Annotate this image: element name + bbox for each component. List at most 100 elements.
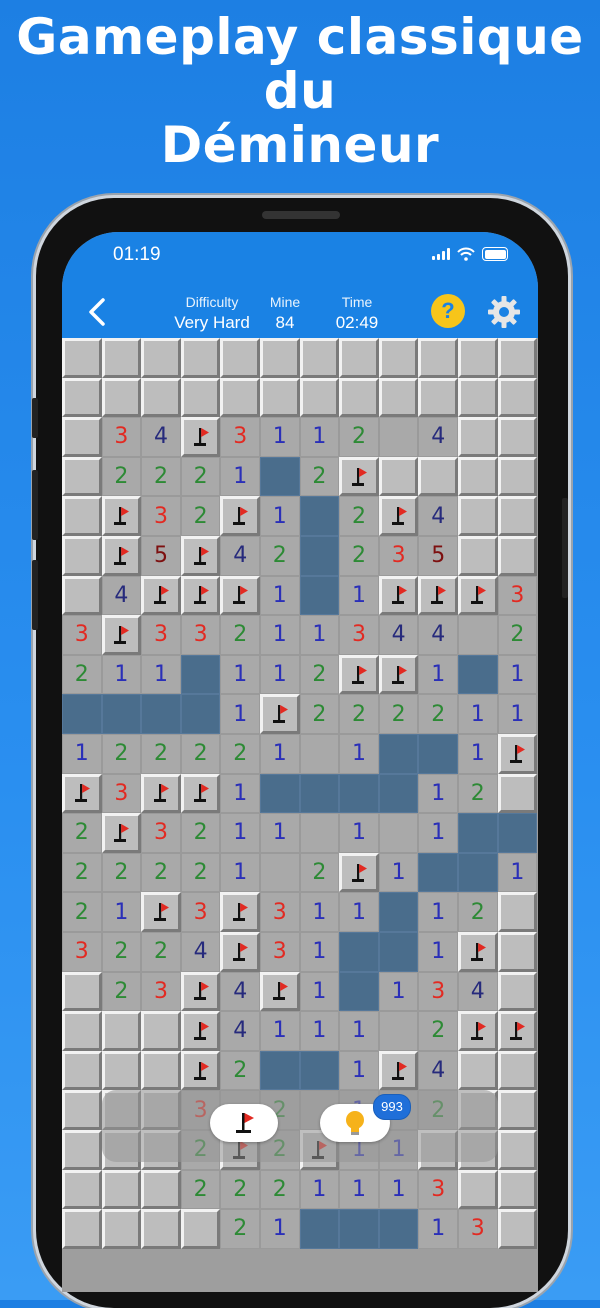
cell-number[interactable]: 1 <box>220 694 260 734</box>
cell-unrevealed[interactable] <box>378 338 419 378</box>
cell-number[interactable]: 2 <box>220 734 260 774</box>
cell-number[interactable]: 2 <box>180 734 221 774</box>
cell-unrevealed[interactable] <box>497 773 538 814</box>
cell-number[interactable]: 2 <box>220 615 260 655</box>
cell-unrevealed[interactable] <box>497 536 538 576</box>
cell-flag[interactable] <box>180 971 221 1012</box>
cell-number[interactable]: 1 <box>299 932 340 972</box>
cell-empty[interactable] <box>299 1050 340 1091</box>
cell-number[interactable]: 1 <box>141 654 181 695</box>
cell-unrevealed[interactable] <box>101 1011 142 1051</box>
cell-unrevealed[interactable] <box>141 1209 181 1249</box>
cell-flag[interactable] <box>180 1050 221 1091</box>
cell-unrevealed[interactable] <box>458 1169 498 1210</box>
cell-empty[interactable] <box>299 496 340 536</box>
cell-number[interactable]: 1 <box>339 1011 379 1051</box>
settings-gear-icon[interactable] <box>486 294 522 330</box>
cell-number[interactable]: 2 <box>180 813 221 853</box>
cell-unrevealed[interactable] <box>141 338 181 378</box>
cell-number[interactable]: 1 <box>339 734 379 774</box>
cell-number[interactable]: 1 <box>299 615 340 655</box>
cell-empty[interactable] <box>260 773 300 814</box>
cell-number[interactable]: 1 <box>101 892 142 932</box>
cell-number[interactable]: 2 <box>220 1209 260 1249</box>
cell-unrevealed[interactable] <box>62 536 102 576</box>
cell-number[interactable]: 1 <box>418 932 458 972</box>
cell-unrevealed[interactable] <box>62 575 102 616</box>
cell-unrevealed[interactable] <box>497 892 538 932</box>
cell-unrevealed[interactable] <box>458 377 498 418</box>
cell-number[interactable]: 1 <box>260 496 300 536</box>
cell-empty[interactable] <box>339 773 379 814</box>
cell-flag[interactable] <box>378 496 419 536</box>
cell-number[interactable]: 1 <box>220 852 260 893</box>
cell-unrevealed[interactable] <box>62 1050 102 1091</box>
cell-unrevealed[interactable] <box>62 417 102 457</box>
cell-empty[interactable] <box>299 773 340 814</box>
cell-flag[interactable] <box>260 971 300 1012</box>
cell-empty[interactable] <box>339 932 379 972</box>
cell-empty[interactable] <box>299 536 340 576</box>
cell-number[interactable]: 2 <box>101 734 142 774</box>
cell-number[interactable]: 1 <box>378 1169 419 1210</box>
cell-unrevealed[interactable] <box>497 971 538 1012</box>
cell-revealed[interactable] <box>260 852 300 893</box>
cell-unrevealed[interactable] <box>299 377 340 418</box>
cell-number[interactable]: 2 <box>299 852 340 893</box>
cell-number[interactable]: 2 <box>62 813 102 853</box>
cell-number[interactable]: 3 <box>141 496 181 536</box>
cell-number[interactable]: 2 <box>458 773 498 814</box>
cell-unrevealed[interactable] <box>497 932 538 972</box>
cell-number[interactable]: 2 <box>339 417 379 457</box>
cell-unrevealed[interactable] <box>62 971 102 1012</box>
cell-number[interactable]: 1 <box>339 892 379 932</box>
cell-number[interactable]: 1 <box>260 654 300 695</box>
cell-empty[interactable] <box>497 813 538 853</box>
cell-number[interactable]: 2 <box>141 932 181 972</box>
cell-number[interactable]: 1 <box>260 734 300 774</box>
cell-number[interactable]: 3 <box>260 892 300 932</box>
cell-number[interactable]: 1 <box>497 654 538 695</box>
cell-number[interactable]: 4 <box>101 575 142 616</box>
cell-number[interactable]: 1 <box>260 1209 300 1249</box>
cell-number[interactable]: 2 <box>339 694 379 734</box>
cell-flag[interactable] <box>378 575 419 616</box>
cell-empty[interactable] <box>299 1209 340 1249</box>
cell-flag[interactable] <box>141 892 181 932</box>
cell-unrevealed[interactable] <box>418 456 458 497</box>
cell-number[interactable]: 4 <box>220 971 260 1012</box>
cell-unrevealed[interactable] <box>339 377 379 418</box>
cell-number[interactable]: 2 <box>260 536 300 576</box>
cell-unrevealed[interactable] <box>458 338 498 378</box>
cell-number[interactable]: 4 <box>378 615 419 655</box>
cell-number[interactable]: 1 <box>418 813 458 853</box>
cell-unrevealed[interactable] <box>220 377 260 418</box>
cell-number[interactable]: 1 <box>220 456 260 497</box>
cell-flag[interactable] <box>180 417 221 457</box>
cell-unrevealed[interactable] <box>62 1169 102 1210</box>
cell-number[interactable]: 1 <box>418 773 458 814</box>
cell-flag[interactable] <box>418 575 458 616</box>
cell-unrevealed[interactable] <box>62 1209 102 1249</box>
cell-unrevealed[interactable] <box>458 496 498 536</box>
cell-number[interactable]: 3 <box>141 971 181 1012</box>
cell-number[interactable]: 1 <box>101 654 142 695</box>
cell-number[interactable]: 1 <box>220 773 260 814</box>
cell-flag[interactable] <box>220 932 260 972</box>
cell-empty[interactable] <box>141 694 181 734</box>
cell-number[interactable]: 3 <box>141 615 181 655</box>
cell-number[interactable]: 4 <box>220 536 260 576</box>
cell-flag[interactable] <box>220 575 260 616</box>
cell-number[interactable]: 1 <box>260 813 300 853</box>
cell-flag[interactable] <box>339 456 379 497</box>
cell-revealed[interactable] <box>458 615 498 655</box>
cell-unrevealed[interactable] <box>62 496 102 536</box>
cell-unrevealed[interactable] <box>101 1209 142 1249</box>
cell-number[interactable]: 3 <box>378 536 419 576</box>
cell-unrevealed[interactable] <box>418 338 458 378</box>
cell-number[interactable]: 4 <box>418 496 458 536</box>
cell-number[interactable]: 1 <box>339 1169 379 1210</box>
cell-number[interactable]: 1 <box>299 971 340 1012</box>
cell-number[interactable]: 2 <box>180 456 221 497</box>
cell-revealed[interactable] <box>378 813 419 853</box>
